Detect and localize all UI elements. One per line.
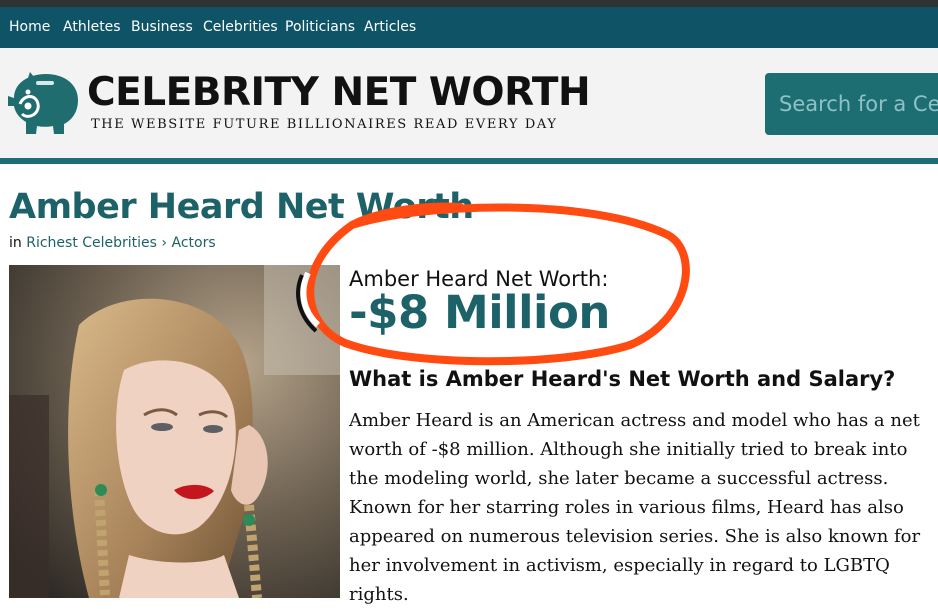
top-strip	[0, 0, 938, 7]
piggy-bank-icon[interactable]	[6, 68, 82, 136]
header-divider	[0, 158, 938, 164]
breadcrumb-link-subcategory[interactable]: Actors	[171, 235, 215, 251]
breadcrumb-prefix: in	[9, 235, 22, 251]
search-input[interactable]	[765, 73, 938, 135]
nav-athletes[interactable]: Athletes	[63, 19, 121, 35]
site-tagline: THE WEBSITE FUTURE BILLIONAIRES READ EVE…	[91, 117, 558, 132]
page-title: Amber Heard Net Worth	[9, 187, 474, 227]
net-worth-value: -$8 Million	[349, 286, 610, 339]
nav-articles[interactable]: Articles	[364, 19, 416, 35]
article-body: Amber Heard is an American actress and m…	[349, 410, 921, 605]
search-box	[765, 73, 938, 135]
site-logo-title[interactable]: CELEBRITY NET WORTH	[87, 73, 591, 112]
celebrity-photo	[9, 265, 340, 598]
nav-business[interactable]: Business	[131, 19, 193, 35]
nav-celebrities[interactable]: Celebrities	[203, 19, 278, 35]
breadcrumb: in Richest Celebrities › Actors	[9, 235, 216, 251]
section-heading: What is Amber Heard's Net Worth and Sala…	[349, 367, 896, 391]
nav-home[interactable]: Home	[9, 19, 50, 35]
nav-politicians[interactable]: Politicians	[285, 19, 355, 35]
main-nav: Home Athletes Business Celebrities Polit…	[0, 7, 938, 48]
breadcrumb-separator: ›	[161, 235, 168, 251]
breadcrumb-link-category[interactable]: Richest Celebrities	[26, 235, 157, 251]
